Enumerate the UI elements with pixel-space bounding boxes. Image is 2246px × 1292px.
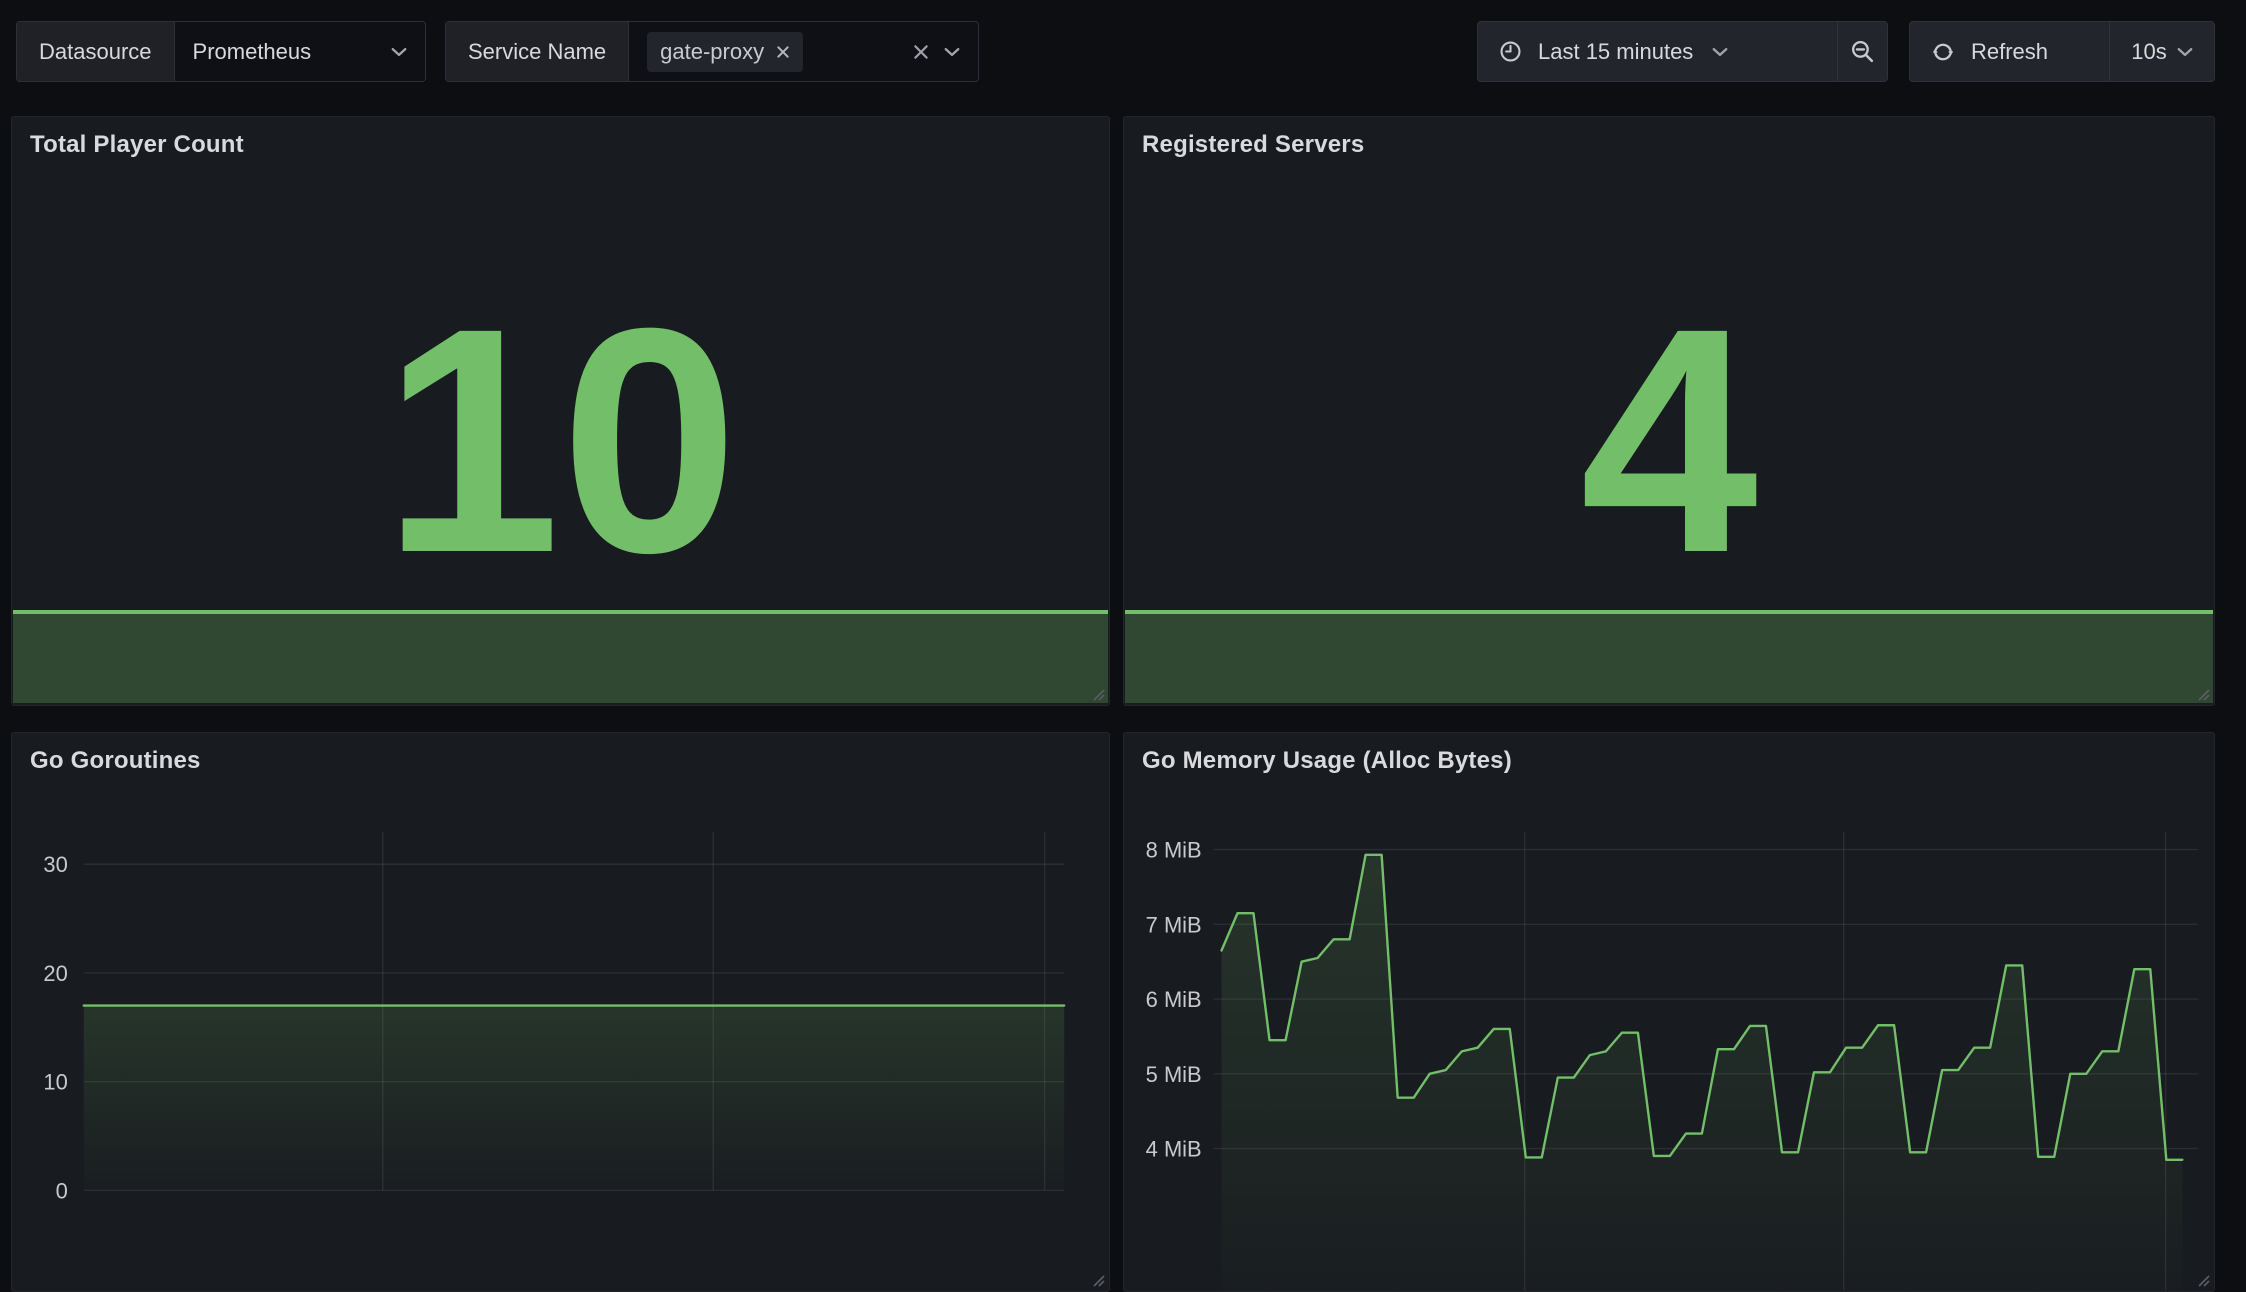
goroutines-chart[interactable]: 0 10 20 30 [12, 733, 1109, 1291]
service-name-tag[interactable]: gate-proxy [647, 32, 803, 72]
service-name-tag-label: gate-proxy [660, 39, 764, 65]
chevron-down-icon [2177, 47, 2193, 57]
refresh-controls: Refresh 10s [1909, 21, 2215, 82]
stat-sparkline [1125, 610, 2213, 703]
service-name-picker: Service Name gate-proxy [445, 21, 979, 82]
svg-text:20: 20 [43, 961, 67, 986]
panel-total-player-count: Total Player Count 10 [11, 116, 1110, 706]
chevron-down-icon [944, 47, 960, 57]
refresh-button[interactable]: Refresh [1910, 22, 2109, 81]
resize-grip-icon[interactable] [2194, 685, 2210, 701]
datasource-label: Datasource [17, 22, 175, 81]
panel-title: Total Player Count [30, 131, 1091, 159]
service-name-select[interactable]: gate-proxy [629, 22, 978, 81]
panel-header[interactable]: Registered Servers [1124, 117, 2214, 159]
svg-text:8 MiB: 8 MiB [1146, 838, 1202, 863]
svg-text:5 MiB: 5 MiB [1146, 1062, 1202, 1087]
panel-go-goroutines: Go Goroutines 0102030 [11, 732, 1110, 1292]
stat-value: 4 [1124, 315, 2214, 565]
time-range-picker[interactable]: Last 15 minutes [1478, 22, 1837, 81]
resize-grip-icon[interactable] [1089, 1271, 1105, 1287]
clear-selection-close-icon[interactable] [912, 43, 930, 61]
chevron-down-icon [1712, 47, 1728, 57]
service-name-label: Service Name [446, 22, 629, 81]
panel-title: Registered Servers [1142, 131, 2196, 159]
stat-sparkline [13, 610, 1108, 703]
time-zoom-out-button[interactable] [1837, 22, 1887, 81]
magnifier-minus-icon [1849, 38, 1876, 65]
dashboard-canvas: Datasource Prometheus Service Name gate-… [0, 0, 2246, 1204]
refresh-interval-picker[interactable]: 10s [2109, 22, 2214, 81]
memory-usage-chart[interactable]: 4 MiB 5 MiB 6 MiB 7 MiB 8 MiB [1124, 733, 2214, 1291]
panel-header[interactable]: Total Player Count [12, 117, 1109, 159]
svg-text:4 MiB: 4 MiB [1146, 1136, 1202, 1161]
datasource-select[interactable]: Prometheus [175, 22, 425, 81]
panel-registered-servers: Registered Servers 4 [1123, 116, 2215, 706]
refresh-interval-value: 10s [2131, 39, 2166, 65]
refresh-label: Refresh [1971, 39, 2048, 65]
datasource-picker: Datasource Prometheus [16, 21, 426, 82]
resize-grip-icon[interactable] [2194, 1271, 2210, 1287]
svg-text:6 MiB: 6 MiB [1146, 987, 1202, 1012]
time-range-label: Last 15 minutes [1538, 39, 1693, 65]
resize-grip-icon[interactable] [1089, 685, 1105, 701]
clock-icon [1498, 39, 1523, 64]
chevron-down-icon [391, 47, 407, 57]
remove-tag-close-icon[interactable] [776, 45, 790, 59]
datasource-current-value: Prometheus [193, 39, 312, 65]
stat-value: 10 [12, 315, 1109, 565]
time-controls: Last 15 minutes [1477, 21, 1888, 82]
svg-text:7 MiB: 7 MiB [1146, 912, 1202, 937]
refresh-sync-icon [1930, 39, 1956, 65]
panel-go-memory-usage: Go Memory Usage (Alloc Bytes) 4 MiB5 MiB… [1123, 732, 2215, 1292]
svg-text:30: 30 [43, 852, 67, 877]
svg-text:0: 0 [56, 1178, 68, 1203]
svg-text:10: 10 [43, 1070, 67, 1095]
